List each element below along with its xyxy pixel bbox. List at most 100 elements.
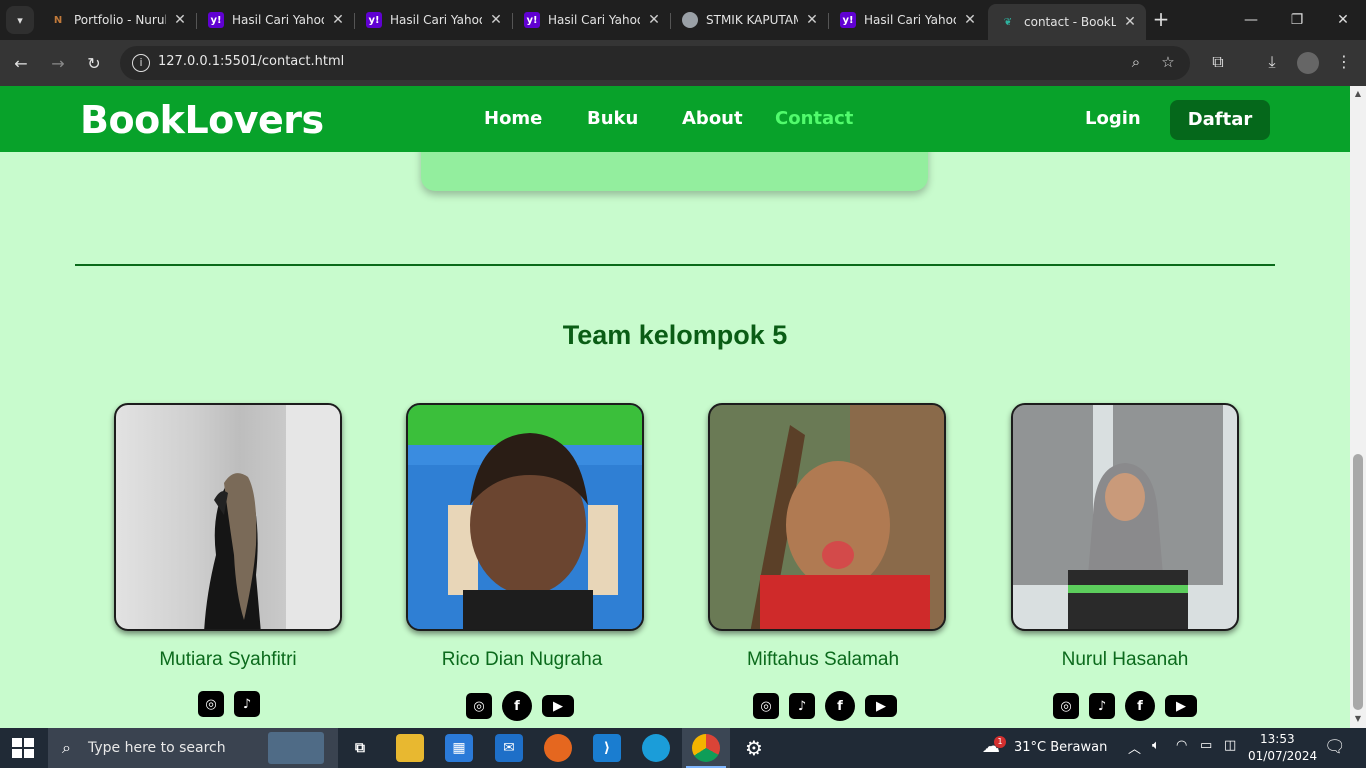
browser-tab[interactable]: N Portfolio - Nurul ✕	[38, 4, 197, 36]
browser-tab-active[interactable]: ❦ contact - BookLo ✕	[988, 4, 1146, 40]
register-button[interactable]: Daftar	[1170, 100, 1270, 140]
member-socials: ◎ ♪ f ▶	[753, 691, 897, 721]
tiktok-icon[interactable]: ♪	[234, 691, 260, 717]
file-explorer-icon[interactable]	[396, 734, 424, 762]
instagram-icon[interactable]: ◎	[753, 693, 779, 719]
mail-icon[interactable]: ✉	[495, 734, 523, 762]
close-window-button[interactable]: ✕	[1320, 0, 1366, 40]
browser-tab[interactable]: y! Hasil Cari Yahoo ✕	[196, 4, 355, 36]
nav-about[interactable]: About	[682, 108, 743, 129]
tab-title: contact - BookLo	[1024, 15, 1116, 29]
facebook-icon[interactable]: f	[1125, 691, 1155, 721]
volume-icon[interactable]: 🔈︎	[1152, 738, 1160, 753]
close-tab-icon[interactable]: ✕	[646, 12, 662, 28]
tiktok-icon[interactable]: ♪	[1089, 693, 1115, 719]
taskbar-search-box[interactable]: ⌕ Type here to search	[48, 728, 338, 768]
vscode-icon[interactable]: ⟩	[593, 734, 621, 762]
profile-avatar[interactable]	[1297, 52, 1319, 74]
person-portrait-image	[1013, 405, 1223, 629]
meet-now-icon[interactable]: ◫	[1224, 738, 1236, 753]
member-name: Miftahus Salamah	[746, 649, 900, 670]
close-tab-icon[interactable]: ✕	[962, 12, 978, 28]
person-silhouette-image	[204, 405, 340, 629]
browser-tab[interactable]: y! Hasil Cari Yahoo ✕	[512, 4, 671, 36]
scroll-down-icon[interactable]: ▼	[1353, 714, 1363, 723]
search-placeholder: Type here to search	[88, 740, 226, 756]
back-icon[interactable]: ←	[8, 50, 34, 76]
site-info-icon[interactable]: i	[132, 54, 150, 72]
battery-icon[interactable]: ▭	[1200, 738, 1212, 753]
globe-favicon-icon	[682, 12, 698, 28]
member-name: Mutiara Syahfitri	[159, 649, 297, 670]
member-photo	[406, 403, 644, 631]
member-photo	[1011, 403, 1239, 631]
close-tab-icon[interactable]: ✕	[804, 12, 820, 28]
close-tab-icon[interactable]: ✕	[330, 12, 346, 28]
browser-tab[interactable]: y! Hasil Cari Yahoo ✕	[354, 4, 513, 36]
store-icon[interactable]: ▦	[445, 734, 473, 762]
tiktok-icon[interactable]: ♪	[789, 693, 815, 719]
settings-gear-icon[interactable]: ⚙	[740, 734, 768, 762]
notion-favicon-icon: N	[53, 14, 63, 26]
nav-buku[interactable]: Buku	[587, 108, 638, 129]
instagram-icon[interactable]: ◎	[466, 693, 492, 719]
youtube-icon[interactable]: ▶	[1165, 695, 1197, 717]
login-link[interactable]: Login	[1085, 108, 1141, 129]
close-tab-icon[interactable]: ✕	[1122, 14, 1138, 30]
bookmark-star-icon[interactable]: ☆	[1158, 53, 1178, 73]
nav-contact[interactable]: Contact	[775, 108, 853, 129]
minimize-button[interactable]: —	[1228, 0, 1274, 40]
yahoo-favicon-icon: y!	[208, 12, 224, 28]
firefox-icon[interactable]	[544, 734, 572, 762]
reload-icon[interactable]: ↻	[81, 50, 107, 76]
edge-icon[interactable]	[642, 734, 670, 762]
new-tab-button[interactable]: +	[1150, 8, 1172, 32]
instagram-icon[interactable]: ◎	[198, 691, 224, 717]
address-bar[interactable]: i 127.0.0.1:5501/contact.html ⌕ ☆	[120, 46, 1190, 80]
clock-time[interactable]: 13:53	[1260, 732, 1295, 746]
yahoo-favicon-icon: y!	[840, 12, 856, 28]
member-socials: ◎ ♪	[198, 691, 260, 717]
tray-chevron-icon[interactable]: ︿	[1128, 738, 1141, 757]
extensions-icon[interactable]: ⧉	[1207, 52, 1229, 74]
scroll-up-icon[interactable]: ▲	[1353, 89, 1363, 98]
section-divider	[75, 264, 1275, 266]
member-name: Nurul Hasanah	[1061, 649, 1189, 670]
chrome-icon[interactable]	[692, 734, 720, 762]
forward-icon[interactable]: →	[45, 50, 71, 76]
youtube-icon[interactable]: ▶	[865, 695, 897, 717]
team-member-card: Miftahus Salamah ◎ ♪ f ▶	[703, 403, 946, 721]
youtube-icon[interactable]: ▶	[542, 695, 574, 717]
wifi-icon[interactable]: ◠	[1176, 738, 1187, 753]
nav-home[interactable]: Home	[484, 108, 542, 129]
brand-logo[interactable]: BookLovers	[80, 98, 324, 142]
windows-start-icon[interactable]	[12, 738, 34, 758]
team-member-card: Nurul Hasanah ◎ ♪ f ▶	[1005, 403, 1245, 721]
tab-search-button[interactable]: ▾	[6, 6, 34, 34]
download-icon[interactable]: ⤓	[1261, 52, 1283, 74]
facebook-icon[interactable]: f	[825, 691, 855, 721]
page-scrollbar[interactable]: ▲ ▼	[1350, 86, 1366, 728]
team-member-card: Rico Dian Nugraha ◎ f ▶	[402, 403, 644, 721]
notification-center-icon[interactable]: 🗨︎	[1324, 737, 1346, 757]
close-tab-icon[interactable]: ✕	[488, 12, 504, 28]
clock-date[interactable]: 01/07/2024	[1248, 749, 1317, 763]
tab-title: Hasil Cari Yahoo	[232, 13, 324, 27]
zoom-icon[interactable]: ⌕	[1126, 53, 1146, 73]
menu-icon[interactable]: ⋮	[1333, 52, 1355, 74]
browser-tab[interactable]: STMIK KAPUTAM ✕	[670, 4, 829, 36]
restore-button[interactable]: ❐	[1274, 0, 1320, 40]
browser-toolbar: ← → ↻ i 127.0.0.1:5501/contact.html ⌕ ☆ …	[0, 40, 1366, 86]
facebook-icon[interactable]: f	[502, 691, 532, 721]
task-view-icon[interactable]: ⧉	[346, 734, 374, 762]
close-tab-icon[interactable]: ✕	[172, 12, 188, 28]
member-socials: ◎ ♪ f ▶	[1053, 691, 1197, 721]
scrollbar-thumb[interactable]	[1353, 454, 1363, 710]
search-icon: ⌕	[62, 738, 71, 757]
person-portrait-image	[750, 405, 944, 629]
weather-text[interactable]: 31°C Berawan	[1014, 740, 1107, 755]
instagram-icon[interactable]: ◎	[1053, 693, 1079, 719]
browser-tab[interactable]: y! Hasil Cari Yahoo ✕	[828, 4, 986, 36]
member-photo	[708, 403, 946, 631]
url-text[interactable]: 127.0.0.1:5501/contact.html	[158, 54, 344, 69]
